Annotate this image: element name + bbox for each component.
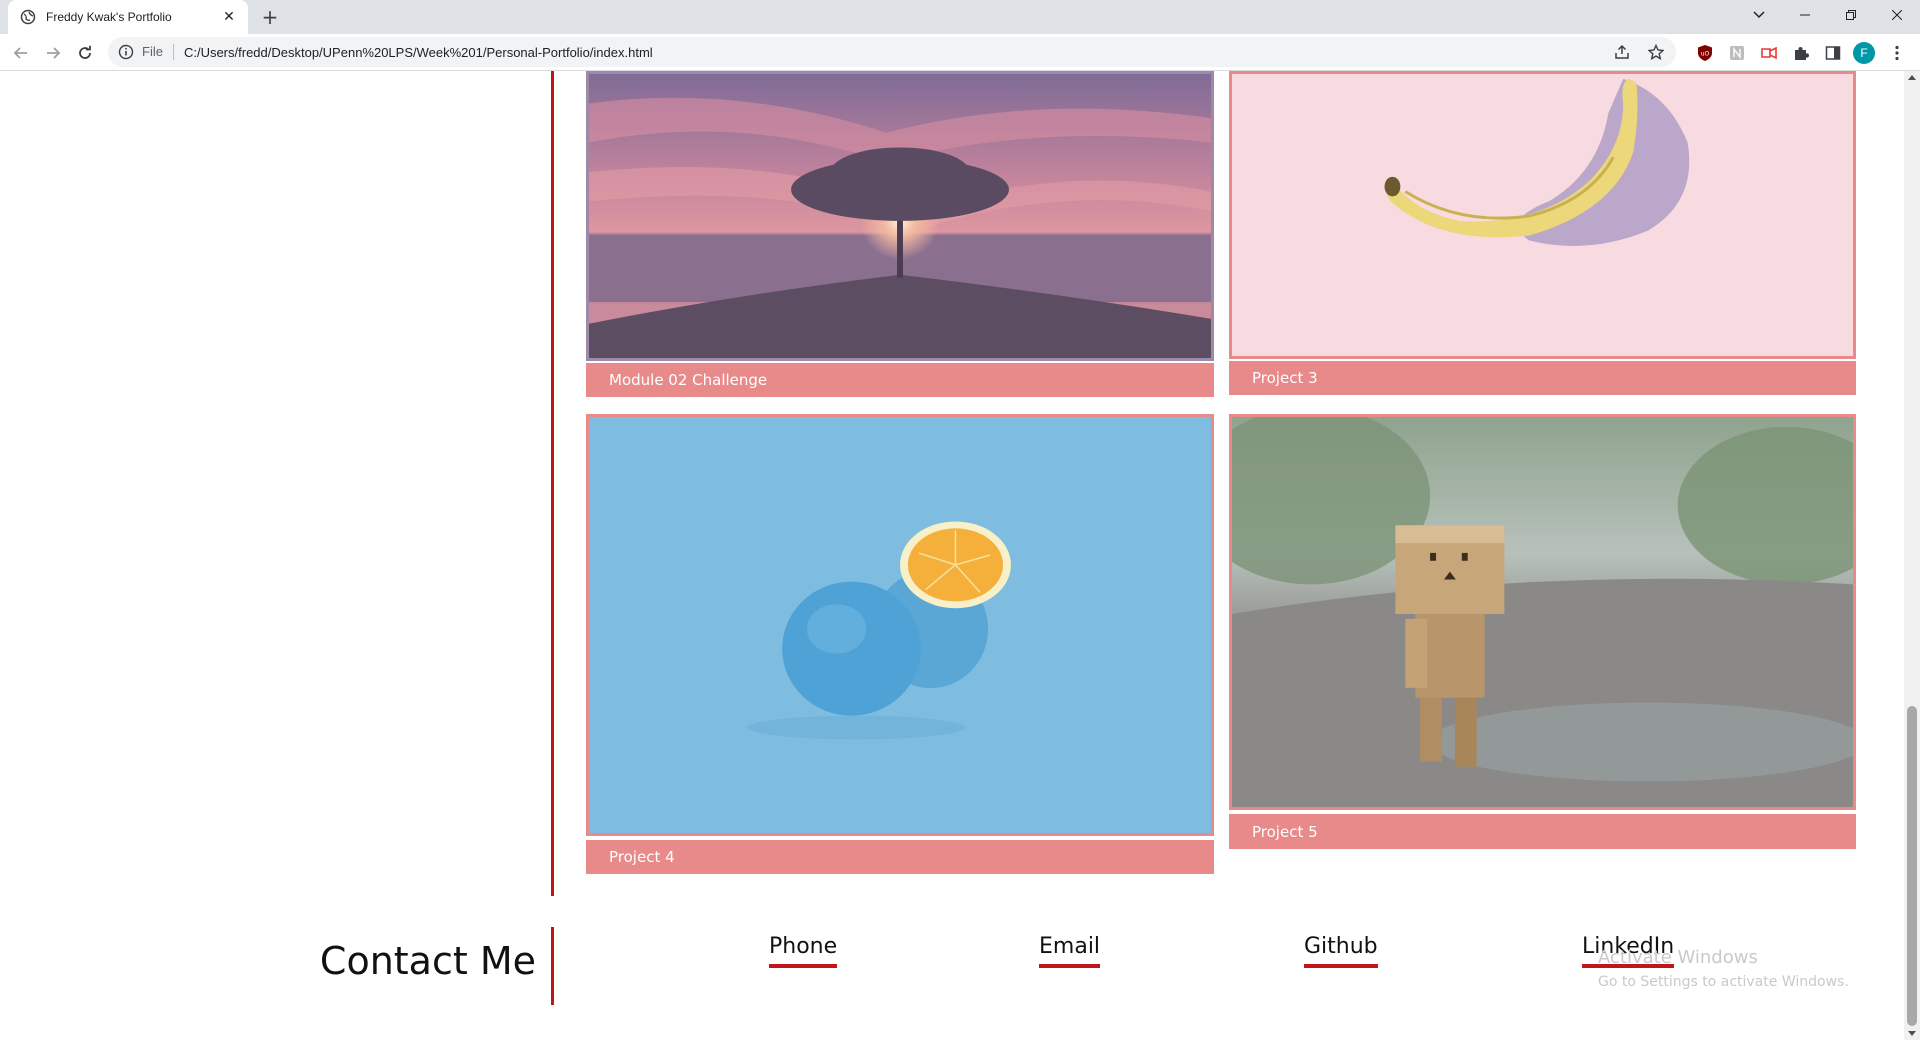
address-bar[interactable]: File C:/Users/fredd/Desktop/UPenn%20LPS/… [108, 37, 1676, 67]
kebab-menu-icon[interactable] [1886, 42, 1908, 64]
extension-gray-icon[interactable] [1726, 42, 1748, 64]
new-tab-button[interactable]: + [258, 5, 282, 29]
profile-avatar[interactable]: F [1853, 42, 1875, 64]
project-card[interactable]: Project 4 [586, 414, 1214, 874]
url-scheme: File [142, 44, 174, 60]
reload-icon[interactable] [72, 40, 98, 66]
extension-red-icon[interactable] [1758, 42, 1780, 64]
ublock-extension-icon[interactable]: uO [1694, 42, 1716, 64]
banana-image[interactable] [1229, 71, 1856, 359]
scrollbar-thumb[interactable] [1907, 706, 1917, 1026]
phone-link[interactable]: Phone [769, 933, 838, 968]
project-caption[interactable]: Project 4 [586, 840, 1214, 874]
github-link[interactable]: Github [1304, 933, 1378, 968]
bookmark-star-icon[interactable] [1646, 42, 1666, 62]
close-tab-icon[interactable]: ✕ [220, 8, 238, 26]
minimize-button[interactable] [1782, 0, 1828, 30]
vertical-scrollbar[interactable] [1904, 71, 1920, 1040]
watermark-subtitle: Go to Settings to activate Windows. [1598, 974, 1849, 990]
project-caption[interactable]: Project 3 [1229, 361, 1856, 395]
browser-toolbar: File C:/Users/fredd/Desktop/UPenn%20LPS/… [0, 34, 1920, 71]
tab-strip: Freddy Kwak's Portfolio ✕ + [0, 0, 1920, 34]
browser-tab[interactable]: Freddy Kwak's Portfolio ✕ [8, 0, 248, 34]
back-arrow-icon[interactable] [8, 40, 34, 66]
scroll-down-arrow-icon[interactable] [1908, 1031, 1916, 1036]
project-caption[interactable]: Project 5 [1229, 814, 1856, 849]
page-viewport: Module 02 Challenge Project 3 Project 4 … [0, 71, 1904, 1040]
forward-arrow-icon[interactable] [40, 40, 66, 66]
tab-title: Freddy Kwak's Portfolio [46, 10, 172, 24]
info-icon[interactable] [118, 44, 134, 60]
side-panel-icon[interactable] [1822, 42, 1844, 64]
restore-button[interactable] [1828, 0, 1874, 30]
close-window-button[interactable] [1874, 0, 1920, 30]
project-card[interactable]: Project 5 [1229, 414, 1856, 849]
windows-activation-watermark: Activate Windows Go to Settings to activ… [1598, 947, 1849, 992]
url-text[interactable]: C:/Users/fredd/Desktop/UPenn%20LPS/Week%… [184, 45, 653, 60]
svg-text:uO: uO [1701, 51, 1710, 58]
project-caption[interactable]: Module 02 Challenge [586, 363, 1214, 397]
contact-heading: Contact Me [319, 939, 536, 983]
share-icon[interactable] [1612, 42, 1632, 62]
project-card[interactable]: Module 02 Challenge [586, 71, 1214, 397]
contact-section-divider [551, 927, 554, 1005]
extensions-puzzle-icon[interactable] [1790, 42, 1812, 64]
email-link[interactable]: Email [1039, 933, 1101, 968]
sunset-tree-image[interactable] [586, 71, 1214, 361]
project-card[interactable]: Project 3 [1229, 71, 1856, 395]
orange-image[interactable] [586, 414, 1214, 836]
scroll-up-arrow-icon[interactable] [1908, 75, 1916, 80]
tab-search-icon[interactable] [1736, 0, 1782, 30]
cardboard-robot-image[interactable] [1229, 414, 1856, 810]
watermark-title: Activate Windows [1598, 947, 1758, 968]
work-section-divider [551, 71, 554, 896]
globe-icon [20, 9, 36, 25]
